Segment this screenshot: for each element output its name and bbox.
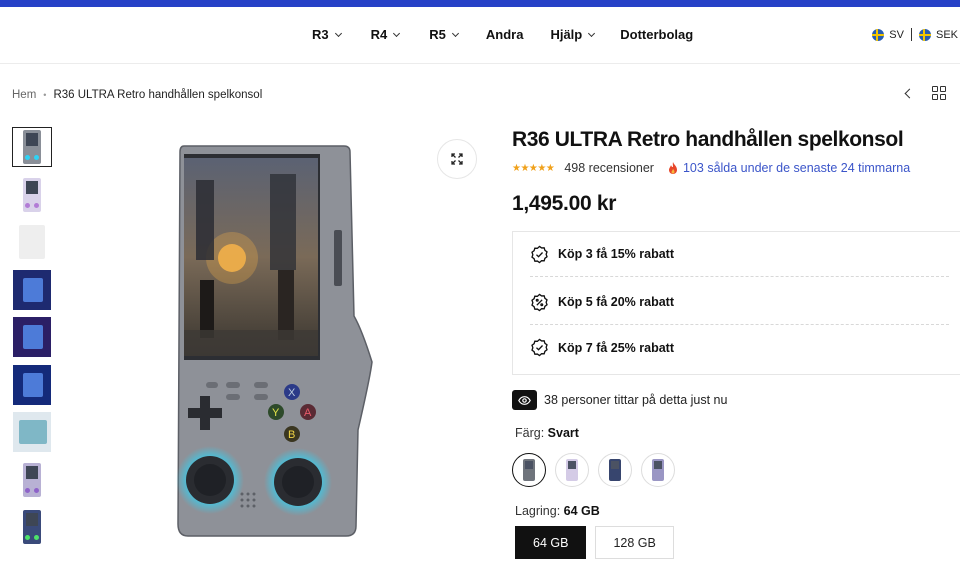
storage-option-64gb[interactable]: 64 GB: [515, 526, 587, 559]
nav-item-label: Andra: [485, 27, 524, 42]
storage-option-label: Lagring: 64 GB: [515, 504, 600, 518]
console-thumbnail-image: [19, 225, 45, 259]
thumbnail-4[interactable]: [12, 269, 52, 310]
expand-icon: [451, 153, 463, 165]
language-selector[interactable]: SV: [889, 29, 904, 41]
svg-text:A: A: [304, 407, 312, 419]
console-thumbnail-image: [23, 130, 41, 164]
live-viewers: 38 personer tittar på detta just nu: [512, 390, 727, 410]
discount-offer[interactable]: Köp 3 få 15% rabatt: [530, 232, 949, 277]
brand-top-bar: [0, 0, 960, 7]
breadcrumb-separator: •: [43, 90, 47, 100]
swatch-image: [609, 459, 621, 481]
color-label: Färg:: [515, 426, 545, 440]
nav-item-label: Hjälp: [550, 27, 583, 42]
color-swatches: [512, 453, 684, 487]
live-viewers-text: 38 personer tittar på detta just nu: [544, 393, 728, 407]
thumbnail-2[interactable]: [12, 175, 52, 215]
rating-stars: ★★★★★: [512, 162, 555, 174]
console-thumbnail-image: [23, 462, 41, 497]
nav-menu: R3 R4 R5 Andra Hjälp Dotterbolag: [312, 27, 693, 42]
discount-offer-label: Köp 5 få 20% rabatt: [558, 295, 675, 309]
nav-item-r3[interactable]: R3: [312, 27, 342, 42]
color-swatch[interactable]: [555, 453, 589, 487]
percent-badge-icon: [530, 245, 549, 264]
thumbnail-gallery: [12, 127, 52, 555]
color-swatch[interactable]: [598, 453, 632, 487]
volume-discounts: Köp 3 få 15% rabatt Köp 5 få 20% rabatt …: [512, 231, 960, 375]
fire-icon: [668, 162, 677, 174]
grid-view-icon[interactable]: [932, 86, 946, 100]
color-option-label: Färg: Svart: [515, 426, 579, 440]
discount-offer[interactable]: Köp 5 få 20% rabatt: [530, 280, 949, 325]
eye-icon: [512, 390, 537, 410]
chevron-down-icon: [393, 29, 401, 37]
discount-offer-label: Köp 7 få 25% rabatt: [558, 340, 675, 355]
thumbnail-1[interactable]: [12, 127, 52, 167]
breadcrumb: Hem • R36 ULTRA Retro handhållen spelkon…: [12, 89, 262, 101]
promo-thumbnail-image: [13, 412, 51, 452]
nav-item-label: R3: [312, 27, 329, 42]
chevron-down-icon: [334, 29, 342, 37]
storage-option-128gb[interactable]: 128 GB: [595, 526, 674, 559]
percent-badge-icon: [530, 338, 549, 357]
nav-item-r4[interactable]: R4: [370, 27, 401, 42]
percent-badge-icon: [530, 293, 549, 312]
svg-text:Y: Y: [272, 407, 280, 419]
swatch-image: [652, 459, 664, 481]
promo-thumbnail-image: [13, 269, 51, 310]
promo-thumbnail-image: [13, 364, 51, 405]
previous-product-icon[interactable]: [904, 88, 915, 98]
thumbnail-9[interactable]: [12, 507, 52, 547]
zoom-button[interactable]: [437, 139, 477, 179]
thumbnail-6[interactable]: [12, 364, 52, 405]
nav-item-hjalp[interactable]: Hjälp: [550, 27, 596, 42]
storage-selected-value: 64 GB: [563, 504, 600, 518]
game-console-illustration: X Y A B: [176, 145, 373, 537]
sold-notice: 103 sålda under de senaste 24 timmarna: [668, 161, 910, 175]
thumbnail-3[interactable]: [12, 222, 52, 262]
divider: [910, 28, 912, 41]
svg-text:X: X: [288, 387, 296, 399]
sweden-flag-icon: [918, 28, 931, 41]
product-title: R36 ULTRA Retro handhållen spelkonsol: [512, 128, 904, 151]
nav-item-dotterbolag[interactable]: Dotterbolag: [620, 27, 693, 42]
color-swatch[interactable]: [641, 453, 675, 487]
main-navigation: R3 R4 R5 Andra Hjälp Dotterbolag SV SEK: [0, 7, 960, 64]
color-swatch-black[interactable]: [512, 453, 546, 487]
discount-offer-label: Köp 3 få 15% rabatt: [558, 247, 675, 261]
chevron-down-icon: [451, 29, 459, 37]
storage-label: Lagring:: [515, 504, 561, 518]
thumbnail-5[interactable]: [12, 317, 52, 357]
currency-selector[interactable]: SEK: [936, 29, 958, 41]
thumbnail-7[interactable]: [12, 412, 52, 452]
nav-item-label: Dotterbolag: [620, 27, 694, 42]
product-main-image: X Y A B: [170, 140, 380, 545]
chevron-down-icon: [588, 29, 596, 37]
review-count-link[interactable]: 498 recensioner: [564, 161, 654, 175]
rating-row: ★★★★★ 498 recensioner 103 sålda under de…: [512, 161, 910, 175]
product-nav-tools: [904, 86, 946, 100]
svg-text:B: B: [288, 429, 295, 441]
console-thumbnail-image: [23, 510, 41, 544]
thumbnail-8[interactable]: [12, 460, 52, 500]
sold-notice-text: 103 sålda under de senaste 24 timmarna: [682, 161, 911, 175]
nav-item-label: R4: [370, 27, 388, 42]
nav-item-r5[interactable]: R5: [429, 27, 459, 42]
sweden-flag-icon: [872, 28, 885, 41]
product-price: 1,495.00 kr: [512, 192, 617, 215]
swatch-image: [566, 459, 578, 481]
promo-thumbnail-image: [13, 317, 51, 357]
locale-switchers: SV SEK: [872, 28, 958, 41]
console-thumbnail-image: [23, 177, 41, 212]
storage-options: 64 GB 128 GB: [515, 526, 683, 559]
color-selected-value: Svart: [547, 426, 579, 440]
nav-item-andra[interactable]: Andra: [486, 27, 524, 42]
breadcrumb-home-link[interactable]: Hem: [12, 89, 36, 101]
swatch-image: [523, 459, 535, 481]
nav-item-label: R5: [429, 27, 446, 42]
discount-offer[interactable]: Köp 7 få 25% rabatt: [530, 325, 949, 370]
breadcrumb-current: R36 ULTRA Retro handhållen spelkonsol: [53, 89, 263, 101]
